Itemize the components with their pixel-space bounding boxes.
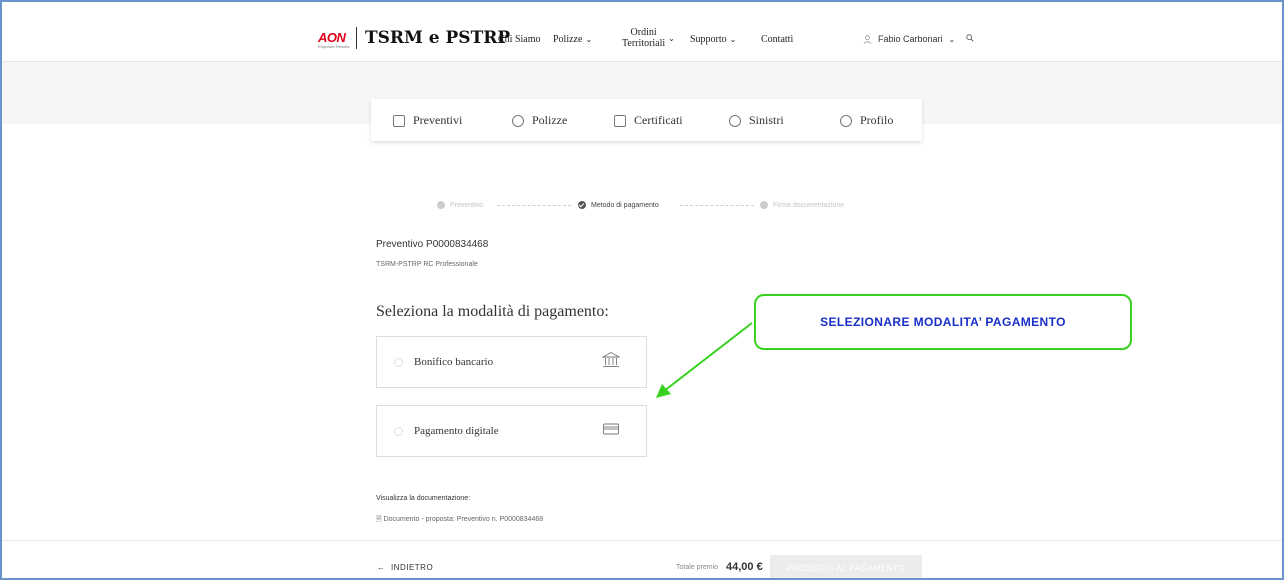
step-connector [497,205,571,206]
tab-label: Sinistri [749,113,784,127]
logo-tagline: Empower Results [318,44,350,49]
nav-label: Chi Siamo [498,34,541,45]
logo-divider [356,27,357,49]
nav-label: Ordini Territoriali [622,27,665,49]
back-label: INDIETRO [390,563,434,572]
certificate-icon [614,114,626,127]
nav-supporto[interactable]: Supporto ⌄ [690,34,736,45]
step-dot [437,201,445,209]
total-label: Totale premio [676,564,719,571]
claim-icon [729,114,741,127]
payment-option-digitale[interactable]: Pagamento digitale [376,405,647,457]
check-icon [578,201,586,209]
quote-subtitle: TSRM-PSTRP RC Professionale [376,261,478,268]
section-tabs: Preventivi Polizze Certificati Sinistri … [371,99,922,141]
arrow-left-icon: ← [377,563,386,572]
back-button[interactable]: ← INDIETRO [377,563,433,572]
step-metodo-pagamento: Metodo di pagamento [578,201,659,209]
chevron-down-icon: ⌄ [668,33,675,43]
chevron-down-icon: ⌄ [729,35,737,44]
search-icon[interactable] [966,34,974,44]
user-icon [863,34,872,44]
brand-title[interactable]: TSRM e PSTRP [365,28,510,48]
chevron-down-icon: ⌄ [948,34,956,44]
nav-label-line2: Territoriali [622,38,666,49]
nav-label: Polizze [553,34,583,45]
quote-icon [393,114,405,127]
aon-logo[interactable]: AON [318,30,346,45]
document-link[interactable]: 🗎 Documento - proposta: Preventivo n. P0… [376,515,543,526]
nav-label: Contatti [761,34,794,45]
shield-icon [512,114,524,127]
tab-profilo[interactable]: Profilo [840,113,893,128]
site-header: AON Empower Results TSRM e PSTRP Chi Sia… [0,0,1284,62]
nav-label: Supporto [690,34,727,45]
total-value: 44,00 € [726,561,763,573]
tab-label: Profilo [860,113,894,127]
user-name: Fabio Carbonari [878,34,943,44]
proceed-payment-button[interactable]: PROSEGUI AL PAGAMENTO [770,555,922,580]
quote-title: Preventivo P0000834468 [376,239,489,250]
user-menu[interactable]: Fabio Carbonari ⌄ [863,34,955,44]
tab-label: Certificati [634,113,683,127]
tab-sinistri[interactable]: Sinistri [729,113,784,128]
nav-polizze[interactable]: Polizze ⌄ [553,34,592,45]
payment-section-title: Seleziona la modalità di pagamento: [376,303,609,320]
radio-button[interactable] [394,427,403,436]
footer-bar: ← INDIETRO Totale premio 44,00 € PROSEGU… [0,540,1284,580]
option-label: Pagamento digitale [414,425,499,437]
step-label: Firma documentazione [773,201,845,209]
step-firma-documentazione: Firma documentazione [760,201,844,209]
bank-icon [601,351,621,374]
nav-ordini-territoriali[interactable]: Ordini Territoriali ⌄ [622,27,675,49]
user-icon [840,114,852,127]
step-connector [680,205,754,206]
step-label: Metodo di pagamento [591,201,659,209]
radio-button[interactable] [394,358,403,367]
tab-label: Preventivi [413,113,463,127]
option-label: Bonifico bancario [414,356,494,368]
card-icon [602,420,620,443]
step-label: Preventivo [450,201,484,209]
document-icon: 🗎 [376,516,382,523]
step-dot [760,201,768,209]
document-link-label: Documento - proposta: Preventivo n. P000… [383,516,544,523]
annotation-callout: SELEZIONARE MODALITA’ PAGAMENTO [754,294,1132,350]
tab-preventivi[interactable]: Preventivi [393,113,462,128]
nav-label-line1: Ordini [630,27,657,38]
step-preventivo: Preventivo [437,201,483,209]
tab-polizze[interactable]: Polizze [512,113,567,128]
annotation-text: SELEZIONARE MODALITA’ PAGAMENTO [820,315,1066,329]
nav-chi-siamo[interactable]: Chi Siamo [498,34,541,45]
docs-title: Visualizza la documentazione: [376,495,471,502]
nav-contatti[interactable]: Contatti [761,34,793,45]
tab-label: Polizze [532,113,568,127]
payment-option-bonifico[interactable]: Bonifico bancario [376,336,647,388]
chevron-down-icon: ⌄ [585,35,593,44]
tab-certificati[interactable]: Certificati [614,113,683,128]
